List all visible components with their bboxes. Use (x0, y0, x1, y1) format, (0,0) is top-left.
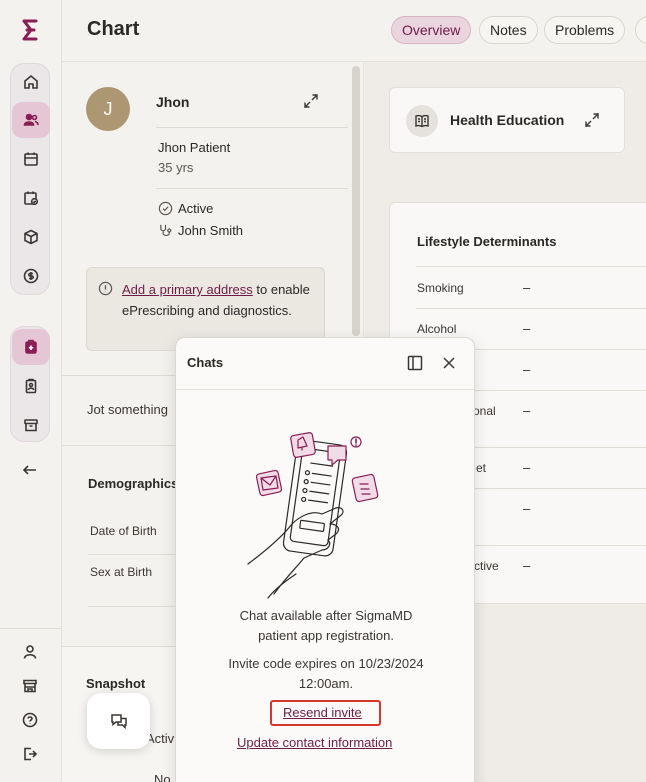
snapshot-sub2: No (154, 772, 171, 782)
home-icon[interactable] (16, 67, 46, 97)
chart-header: Chart Overview Notes Problems (62, 0, 646, 62)
lifestyle-row-label: et (476, 461, 487, 475)
health-education-label: Health Education (450, 112, 565, 128)
expand-icon[interactable] (583, 111, 601, 129)
divider (156, 127, 348, 128)
secondary-nav (10, 326, 50, 442)
tab-problems[interactable]: Problems (544, 16, 626, 44)
lifestyle-row-value: – (523, 362, 531, 377)
panel-scrollbar[interactable] (352, 66, 360, 336)
check-circle-icon (158, 201, 173, 216)
lifestyle-title: Lifestyle Determinants (417, 234, 557, 249)
main-nav (10, 63, 50, 295)
jot-input[interactable]: Jot something (87, 402, 168, 417)
archive-icon[interactable] (16, 410, 46, 440)
book-icon (406, 105, 438, 137)
chat-bubbles-icon (110, 714, 127, 730)
divider (156, 188, 348, 189)
invite-expiry-text: Invite code expires on 10/23/2024 12:00a… (228, 656, 424, 691)
patient-short-name: Jhon (156, 94, 190, 110)
tab-more[interactable] (635, 16, 646, 44)
help-icon[interactable] (17, 707, 43, 733)
lifestyle-row-label: ctive (474, 559, 499, 573)
page-title: Chart (87, 18, 140, 40)
sigmamd-logo[interactable] (19, 18, 41, 42)
lifestyle-row-label: Smoking (417, 281, 464, 295)
avatar: J (86, 87, 130, 131)
store-icon[interactable] (17, 673, 43, 699)
sidebar-divider (0, 628, 62, 629)
close-icon[interactable] (441, 355, 457, 371)
user-icon[interactable] (17, 639, 43, 665)
box-icon[interactable] (16, 222, 46, 252)
patient-age: 35 yrs (158, 160, 194, 175)
health-education-card[interactable]: Health Education (389, 87, 625, 153)
clipboard-icon[interactable] (16, 371, 46, 401)
dock-panel-icon[interactable] (407, 355, 423, 371)
sex-label: Sex at Birth (90, 565, 153, 579)
sidebar (0, 0, 62, 782)
chats-title: Chats (187, 355, 224, 370)
lifestyle-row-label: Alcohol (417, 322, 457, 336)
demographics-title: Demographics (88, 476, 179, 491)
tasks-icon[interactable] (16, 183, 46, 213)
chats-header-divider (176, 389, 474, 390)
arrow-left-icon[interactable] (17, 457, 43, 483)
lifestyle-row-value: – (523, 403, 531, 418)
dob-label: Date of Birth (90, 524, 157, 538)
patient-provider: John Smith (178, 223, 244, 238)
divider (416, 266, 646, 267)
tab-overview[interactable]: Overview (391, 16, 472, 44)
logout-icon[interactable] (17, 741, 43, 767)
lifestyle-row-label: onal (473, 404, 496, 418)
lifestyle-row-value: – (523, 501, 531, 516)
info-icon (98, 281, 113, 296)
snapshot-sub: Activ (146, 731, 175, 746)
chat-fab-button[interactable] (87, 693, 150, 749)
patients-icon[interactable] (12, 102, 50, 138)
address-alert-text: Add a primary address to enable ePrescri… (122, 280, 317, 321)
lifestyle-row-value: – (523, 321, 531, 336)
expand-icon[interactable] (302, 92, 320, 110)
tab-notes[interactable]: Notes (479, 16, 538, 44)
lifestyle-row-value: – (523, 460, 531, 475)
calendar-icon[interactable] (16, 144, 46, 174)
patient-status: Active (178, 201, 214, 216)
stethoscope-icon (160, 224, 172, 237)
divider (416, 308, 646, 309)
lifestyle-row-value: – (523, 558, 531, 573)
patient-full-name: Jhon Patient (158, 140, 231, 155)
snapshot-title: Snapshot (86, 676, 146, 691)
resend-invite-link[interactable]: Resend invite (283, 705, 362, 720)
medical-kit-icon[interactable] (12, 329, 50, 365)
chats-panel: Chats Chat available after SigmaMD patie… (175, 337, 475, 782)
update-contact-link[interactable]: Update contact information (237, 735, 392, 750)
lifestyle-row-value: – (523, 280, 531, 295)
phone-hand-illustration (247, 432, 379, 599)
chat-unavailable-message: Chat available after SigmaMD patient app… (239, 608, 413, 643)
add-address-link[interactable]: Add a primary address (122, 282, 253, 297)
billing-icon[interactable] (16, 261, 46, 291)
